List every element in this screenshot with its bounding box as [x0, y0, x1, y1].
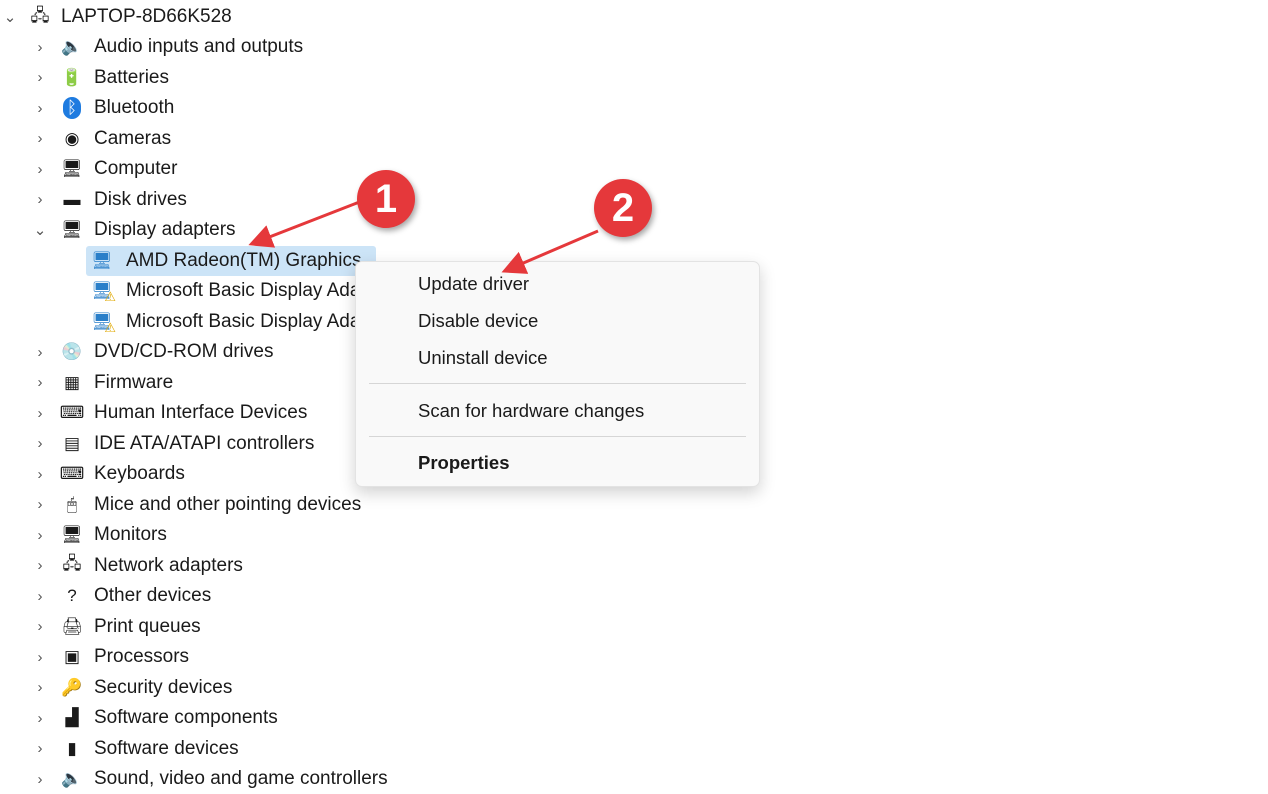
step-2-badge: 2: [594, 179, 652, 237]
arrow-1: [248, 199, 363, 248]
annotation-arrows: [248, 199, 599, 274]
arrow-2: [501, 229, 599, 274]
step-1-badge: 1: [357, 170, 415, 228]
